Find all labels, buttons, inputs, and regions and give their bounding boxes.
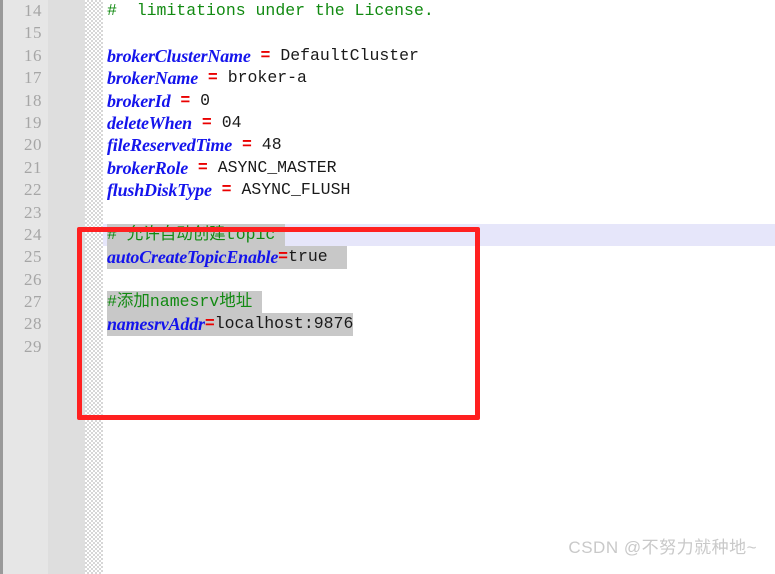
code-line[interactable] [103,202,775,224]
code-token-value: ASYNC_FLUSH [231,180,351,200]
line-number-list: 14 15 16 17 18 19 20 21 22 23 24 25 26 27 28 29 [3,0,48,358]
code-token-value: 48 [251,135,282,155]
code-token-key: namesrvAddr [107,313,205,336]
line-number: 19 [24,112,42,132]
code-token-value: ASYNC_MASTER [207,157,337,177]
code-token-equals: = [278,246,289,269]
code-line[interactable]: brokerName = broker-a [103,67,775,89]
code-token-equals: = [260,45,271,65]
editor-gutter: 14 15 16 17 18 19 20 21 22 23 24 25 26 27 28 29 [0,0,103,574]
code-line[interactable]: brokerId = 0 [103,90,775,112]
line-number: 21 [24,157,42,177]
code-token-value: localhost:9876 [214,313,354,336]
code-token-comment: # 允许自动创建topic [107,223,286,247]
code-editor-screenshot: 14 15 16 17 18 19 20 21 22 23 24 25 26 27 28 29 # limit… [0,0,775,574]
line-number: 18 [24,90,42,110]
code-line[interactable]: #添加namesrv地址 [103,291,775,314]
code-token-equals: = [241,135,252,155]
code-token-key: fileReservedTime [107,135,233,156]
line-number: 26 [24,269,42,289]
code-line[interactable]: flushDiskType = ASYNC_FLUSH [103,179,775,201]
code-token-equals: = [204,313,215,336]
code-token-comment: #添加namesrv地址 [107,291,263,314]
line-number: 22 [24,180,42,200]
code-line[interactable]: # limitations under the License. [103,0,775,22]
code-token-comment: # limitations under the License. [107,1,434,20]
line-number: 15 [24,23,42,43]
code-line[interactable]: fileReservedTime = 48 [103,134,775,156]
folding-strip[interactable] [85,0,103,574]
code-token-equals: = [221,180,232,200]
code-line[interactable]: namesrvAddr=localhost:9876 [103,313,775,336]
code-token-key: autoCreateTopicEnable [107,246,279,269]
line-number: 25 [24,247,42,267]
line-number: 20 [24,135,42,155]
line-number: 17 [24,68,42,88]
code-line[interactable] [103,336,775,358]
line-number: 28 [24,314,42,334]
code-token-key: flushDiskType [107,180,212,201]
code-line[interactable] [103,269,775,291]
code-token-value: DefaultCluster [270,45,419,65]
code-line[interactable] [103,22,775,44]
code-token-value: 0 [190,90,211,110]
watermark-text: CSDN @不努力就种地~ [568,538,757,557]
code-line[interactable]: autoCreateTopicEnable=true [103,246,775,269]
line-number: 24 [24,224,42,244]
code-token-equals: = [180,90,191,110]
code-line[interactable]: deleteWhen = 04 [103,112,775,134]
code-token-key: brokerName [107,68,198,89]
code-content-area[interactable]: # limitations under the License. brokerCl… [103,0,775,574]
code-token-value: broker-a [217,68,307,88]
line-number: 16 [24,45,42,65]
code-line[interactable]: brokerClusterName = DefaultCluster [103,45,775,67]
code-token-key: deleteWhen [107,112,192,133]
code-token-value: 04 [211,112,242,132]
code-line[interactable]: brokerRole = ASYNC_MASTER [103,157,775,179]
code-token-key: brokerId [107,90,171,111]
code-token-equals: = [207,68,218,88]
code-token-value: true [288,246,348,269]
code-token-key: brokerClusterName [107,45,251,66]
line-number: 14 [24,1,42,20]
line-number: 23 [24,202,42,222]
line-number: 29 [24,336,42,356]
code-line[interactable]: # 允许自动创建topic [103,223,775,247]
line-number: 27 [24,292,42,312]
code-token-equals: = [201,112,212,132]
code-token-key: brokerRole [107,157,188,178]
fold-marker-column[interactable] [48,0,85,574]
code-token-equals: = [197,157,208,177]
